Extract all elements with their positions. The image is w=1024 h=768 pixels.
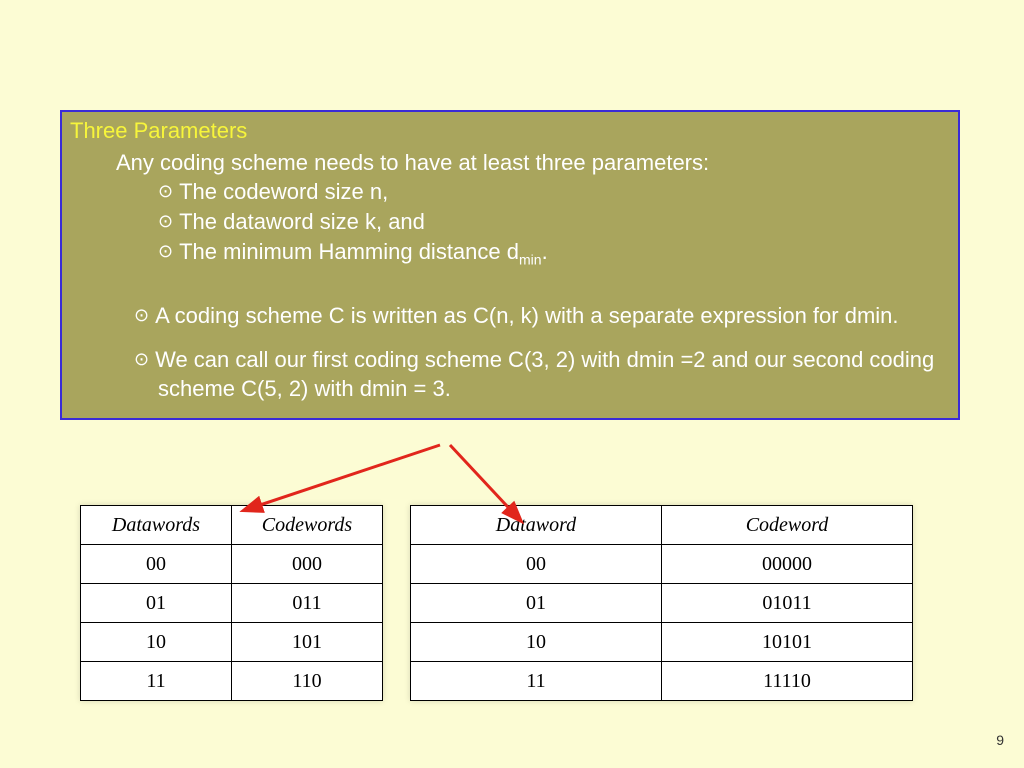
scheme-note-text: A coding scheme C is written as C(n, k) … bbox=[155, 303, 898, 328]
intro-text: Any coding scheme needs to have at least… bbox=[116, 148, 950, 178]
cell-dw: 01 bbox=[411, 584, 662, 623]
cell-dw: 10 bbox=[81, 623, 232, 662]
bullet-param2: ⊙ The dataword size k, and bbox=[158, 207, 950, 237]
circle-dot-icon: ⊙ bbox=[158, 211, 173, 231]
table-row: 1111110 bbox=[411, 662, 913, 701]
cell-dw: 11 bbox=[411, 662, 662, 701]
content-box: Three Parameters Any coding scheme needs… bbox=[60, 110, 960, 420]
param3-text-b: . bbox=[542, 239, 548, 264]
example-note: ⊙ We can call our first coding scheme C(3… bbox=[134, 345, 950, 404]
circle-dot-icon: ⊙ bbox=[134, 305, 149, 325]
cell-dw: 00 bbox=[411, 545, 662, 584]
table-row: 11110 bbox=[81, 662, 383, 701]
arrow-to-c32-icon bbox=[245, 445, 440, 510]
table-header-row: Dataword Codeword bbox=[411, 506, 913, 545]
bullet-param3: ⊙ The minimum Hamming distance dmin. bbox=[158, 237, 950, 269]
header-codewords: Codewords bbox=[232, 506, 383, 545]
table-row: 01011 bbox=[81, 584, 383, 623]
param1-text: The codeword size n, bbox=[179, 179, 388, 204]
example-note-text: We can call our first coding scheme C(3,… bbox=[155, 347, 934, 402]
circle-dot-icon: ⊙ bbox=[158, 241, 173, 261]
scheme-note: ⊙ A coding scheme C is written as C(n, k)… bbox=[134, 301, 950, 331]
cell-cw: 110 bbox=[232, 662, 383, 701]
header-dataword: Dataword bbox=[411, 506, 662, 545]
param3-sub: min bbox=[519, 251, 542, 267]
param2-text: The dataword size k, and bbox=[179, 209, 425, 234]
cell-cw: 01011 bbox=[662, 584, 913, 623]
table-row: 00000 bbox=[81, 545, 383, 584]
cell-cw: 00000 bbox=[662, 545, 913, 584]
cell-dw: 11 bbox=[81, 662, 232, 701]
cell-dw: 00 bbox=[81, 545, 232, 584]
cell-cw: 11110 bbox=[662, 662, 913, 701]
cell-cw: 101 bbox=[232, 623, 383, 662]
bullet-param1: ⊙ The codeword size n, bbox=[158, 177, 950, 207]
cell-cw: 10101 bbox=[662, 623, 913, 662]
header-datawords: Datawords bbox=[81, 506, 232, 545]
cell-cw: 000 bbox=[232, 545, 383, 584]
table-header-row: Datawords Codewords bbox=[81, 506, 383, 545]
table-row: 1010101 bbox=[411, 623, 913, 662]
header-codeword: Codeword bbox=[662, 506, 913, 545]
page-number: 9 bbox=[996, 732, 1004, 748]
section-heading: Three Parameters bbox=[70, 116, 950, 146]
table-row: 0000000 bbox=[411, 545, 913, 584]
circle-dot-icon: ⊙ bbox=[134, 349, 149, 369]
cell-dw: 01 bbox=[81, 584, 232, 623]
table-row: 10101 bbox=[81, 623, 383, 662]
cell-dw: 10 bbox=[411, 623, 662, 662]
table-c32: Datawords Codewords 00000 01011 10101 11… bbox=[80, 505, 383, 701]
table-row: 0101011 bbox=[411, 584, 913, 623]
cell-cw: 011 bbox=[232, 584, 383, 623]
table-c52: Dataword Codeword 0000000 0101011 101010… bbox=[410, 505, 913, 701]
param3-text-a: The minimum Hamming distance d bbox=[179, 239, 519, 264]
circle-dot-icon: ⊙ bbox=[158, 181, 173, 201]
